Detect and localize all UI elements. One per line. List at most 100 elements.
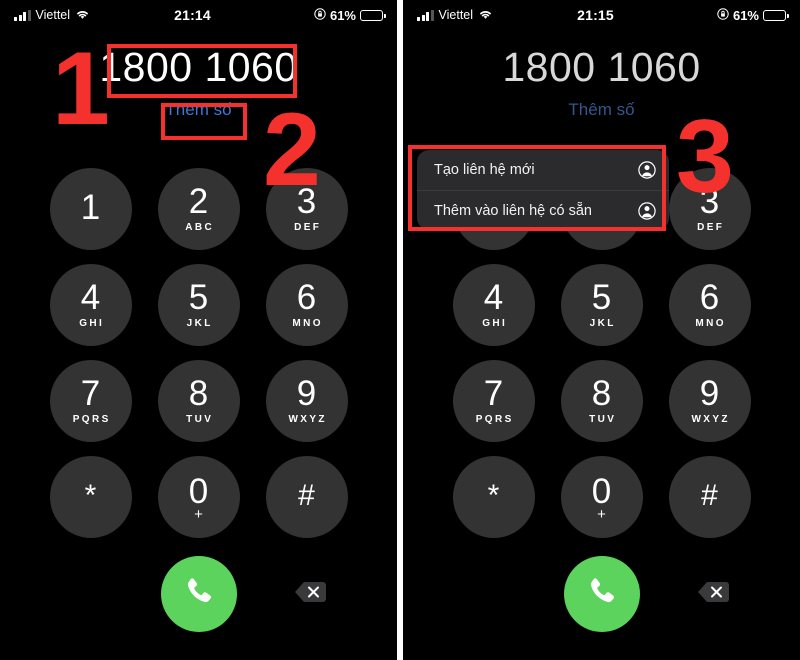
key-letters: DEF [294,221,322,233]
key-digit: * [84,479,97,512]
carrier-label: Viettel [35,8,71,22]
key-1[interactable]: 1 [49,168,132,250]
backspace-delete-icon [293,579,329,609]
key-6[interactable]: 6 MNO [265,264,348,346]
phone-handset-icon [181,574,217,615]
key-digit: 9 [699,373,720,413]
number-display-right: 1800 1060 Thêm số [403,40,800,126]
call-action-row-left [0,556,397,632]
key-6[interactable]: 6 MNO [668,264,751,346]
phone-handset-icon [584,574,620,615]
menu-item-create-new-contact[interactable]: Tạo liên hệ mới [417,150,669,190]
cellular-signal-icon [417,9,434,21]
key-digit: 0 [591,471,612,511]
dialed-number: 1800 1060 [502,44,701,90]
key-digit: 5 [591,277,612,317]
status-bar-right-group: 61% [217,7,386,23]
key-5[interactable]: 5 JKL [157,264,240,346]
key-letters: PQRS [72,413,111,425]
status-clock: 21:14 [174,7,211,23]
key-letters: MNO [695,317,726,329]
battery-percent-label: 61% [329,7,356,23]
context-menu: Tạo liên hệ mới Thêm vào liên hệ có sẵn [417,150,669,230]
key-letters: TUV [589,413,617,425]
key-digit: 8 [591,373,612,413]
key-letters: JKL [186,317,213,329]
dual-phone-screenshot: Viettel 21:14 61% 1800 1060 Thêm số 1 2 … [0,0,800,660]
key-letters: JKL [589,317,616,329]
key-letters: PQRS [475,413,514,425]
backspace-delete-icon [696,579,732,609]
contact-person-icon [638,161,656,179]
add-number-link[interactable]: Thêm số [403,94,800,126]
key-letters: MNO [292,317,323,329]
keypad-left: 1 2 ABC 3 DEF 4 GHI 5 JKL 6 MNO 7 PQRS 8… [0,168,397,538]
key-4[interactable]: 4 GHI [49,264,132,346]
key-digit: 8 [188,373,209,413]
contact-person-icon [638,201,656,220]
key-letters: + [194,505,203,523]
key-letters: TUV [186,413,214,425]
key-digit: 5 [188,277,209,317]
key-letters: GHI [482,317,508,329]
menu-item-label: Thêm vào liên hệ có sẵn [434,202,592,219]
key-hash[interactable]: # [265,456,348,538]
key-letters: DEF [697,221,725,233]
wifi-icon [75,8,90,23]
key-digit: * [487,479,500,512]
annotation-marker-2: 2 [263,92,321,208]
rotation-lock-icon [314,7,326,23]
key-digit: 4 [483,277,504,317]
key-2[interactable]: 2 ABC [157,168,240,250]
key-letters: GHI [79,317,105,329]
menu-item-add-to-existing-contact[interactable]: Thêm vào liên hệ có sẵn [417,190,669,230]
cellular-signal-icon [14,9,31,21]
menu-item-label: Tạo liên hệ mới [434,162,535,178]
key-0[interactable]: 0 + [560,456,643,538]
key-digit: 9 [296,373,317,413]
key-digit: 4 [80,277,101,317]
status-clock: 21:15 [577,7,614,23]
key-8[interactable]: 8 TUV [560,360,643,442]
key-9[interactable]: 9 WXYZ [265,360,348,442]
key-9[interactable]: 9 WXYZ [668,360,751,442]
call-button[interactable] [563,556,640,632]
status-bar-left-group: Viettel [417,8,583,23]
delete-backspace-button[interactable] [293,579,329,609]
status-bar-right: Viettel 21:15 61% [403,0,800,30]
key-letters: ABC [185,221,215,233]
annotation-marker-1: 1 [52,31,110,147]
keypad-row: * 0 + # [452,456,751,538]
key-digit: 1 [80,188,101,227]
annotation-marker-3: 3 [676,99,734,215]
key-star[interactable]: * [452,456,535,538]
key-5[interactable]: 5 JKL [560,264,643,346]
key-digit: 6 [296,277,317,317]
call-action-row-right [403,556,800,632]
key-star[interactable]: * [49,456,132,538]
battery-icon [763,9,789,21]
key-7[interactable]: 7 PQRS [452,360,535,442]
key-4[interactable]: 4 GHI [452,264,535,346]
rotation-lock-icon [717,7,729,23]
keypad-row: * 0 + # [49,456,348,538]
carrier-label: Viettel [438,8,474,22]
battery-icon [360,9,386,21]
key-digit: 7 [483,373,504,413]
key-8[interactable]: 8 TUV [157,360,240,442]
battery-percent-label: 61% [732,7,759,23]
key-digit: # [298,479,315,512]
key-7[interactable]: 7 PQRS [49,360,132,442]
keypad-row: 4 GHI 5 JKL 6 MNO [49,264,348,346]
status-bar-right-group: 61% [620,7,789,23]
key-digit: 7 [80,373,101,413]
key-0[interactable]: 0 + [157,456,240,538]
status-bar-left-group: Viettel [14,8,180,23]
call-button[interactable] [160,556,237,632]
key-letters: + [597,505,606,523]
delete-backspace-button[interactable] [696,579,732,609]
key-digit: 0 [188,471,209,511]
keypad-row: 4 GHI 5 JKL 6 MNO [452,264,751,346]
key-hash[interactable]: # [668,456,751,538]
key-letters: WXYZ [288,413,327,425]
